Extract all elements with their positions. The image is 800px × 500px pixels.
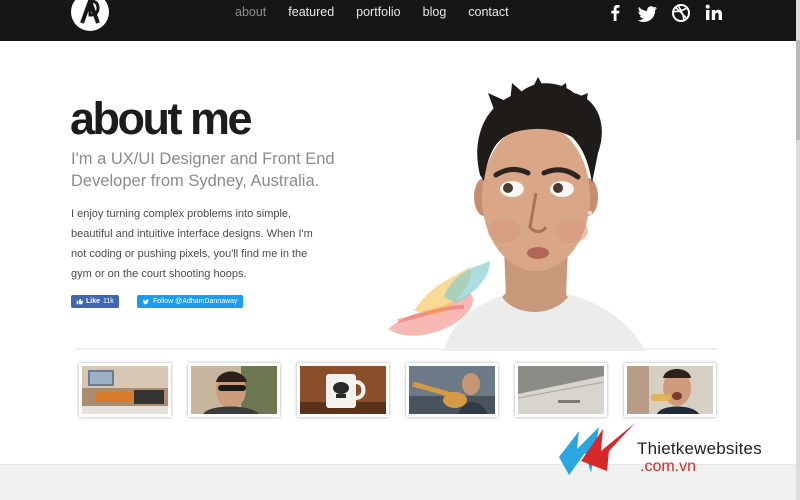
twitter-icon[interactable] [637, 2, 659, 24]
page-scrollbar[interactable] [796, 0, 800, 500]
main-navigation: about featured portfolio blog contact [235, 5, 531, 19]
follow-label: Follow @AdhamDannaway [153, 298, 238, 305]
watermark-domain: .com.vn [640, 458, 697, 475]
scrollbar-thumb[interactable] [796, 40, 800, 140]
site-logo[interactable] [71, 0, 109, 31]
gallery-thumbnail-selfie[interactable] [188, 363, 280, 417]
social-links [604, 2, 736, 24]
linkedin-icon[interactable] [703, 2, 725, 24]
facebook-like-button[interactable]: Like 11k [71, 295, 119, 308]
portrait-photo [388, 77, 646, 351]
gallery-thumbnail-guitar[interactable] [406, 363, 498, 417]
thumbs-up-icon [76, 298, 83, 305]
section-divider [76, 348, 718, 350]
photo-gallery [76, 363, 718, 419]
twitter-follow-button[interactable]: Follow @AdhamDannaway [137, 295, 243, 308]
watermark-logo-icon [559, 423, 635, 475]
intro-subtitle: I'm a UX/UI Designer and Front End Devel… [71, 150, 335, 190]
gallery-thumbnail-desk[interactable] [79, 363, 171, 417]
nav-link-portfolio[interactable]: portfolio [356, 5, 400, 19]
bio-paragraph: I enjoy turning complex problems into si… [71, 208, 313, 280]
nav-link-contact[interactable]: contact [468, 5, 508, 19]
twitter-bird-icon [142, 299, 149, 305]
facebook-icon[interactable] [604, 2, 626, 24]
nav-link-blog[interactable]: blog [423, 5, 447, 19]
logo-mark-icon [80, 0, 100, 24]
gallery-thumbnail-mug[interactable] [297, 363, 389, 417]
like-count: 11k [103, 298, 114, 305]
dribbble-icon[interactable] [670, 2, 692, 24]
top-navigation-bar: about featured portfolio blog contact [0, 0, 796, 41]
about-section: about me I'm a UX/UI Designer and Front … [0, 41, 796, 464]
watermark-brand: Thietkewebsites [637, 439, 762, 458]
nav-link-about[interactable]: about [235, 5, 266, 19]
nav-link-featured[interactable]: featured [288, 5, 334, 19]
like-label: Like [86, 298, 101, 305]
gallery-thumbnail-eating[interactable] [624, 363, 716, 417]
page-title: about me [70, 93, 253, 144]
gallery-thumbnail-laptop[interactable] [515, 363, 607, 417]
